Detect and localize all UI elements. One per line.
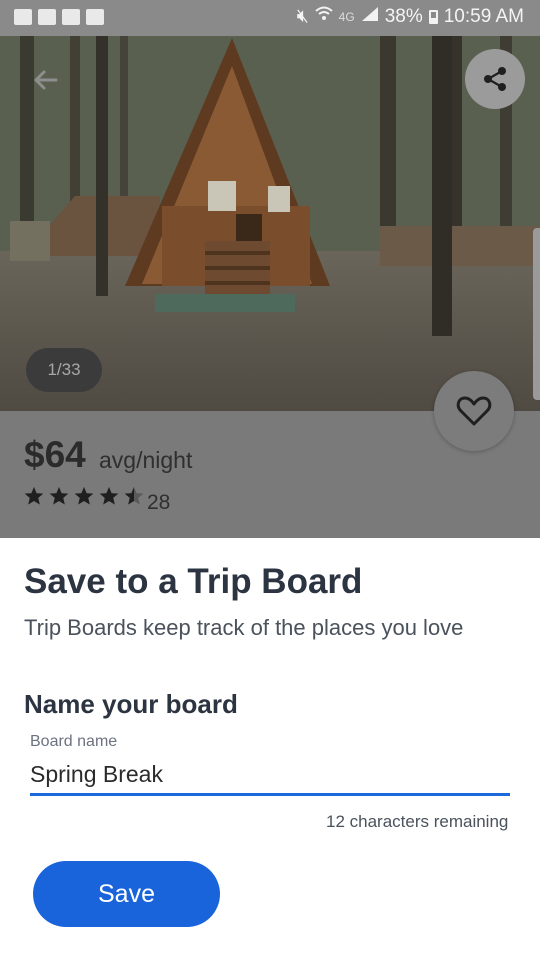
email-icon: [38, 9, 56, 25]
back-arrow-icon: [34, 70, 58, 90]
star-full-icon: [99, 487, 119, 505]
mute-icon: 🔇︎: [296, 6, 309, 27]
clock: 10:59 AM: [443, 6, 524, 27]
signal-icon: [361, 6, 379, 28]
photo-counter: 1/33: [26, 348, 102, 392]
message-icon: [14, 9, 32, 25]
board-name-input[interactable]: [30, 760, 510, 796]
price: $64: [24, 434, 86, 475]
battery-percent: 38%: [384, 6, 423, 27]
review-count: 28: [147, 491, 171, 514]
price-unit: avg/night: [99, 447, 193, 473]
status-bar: 🔇︎ 4G 38% 10:59 AM: [0, 0, 540, 36]
star-half-icon: [124, 487, 144, 505]
board-name-label: Board name: [30, 733, 118, 750]
battery-icon: [428, 10, 438, 24]
image-icon: [62, 9, 80, 25]
star-full-icon: [49, 487, 69, 505]
sheet-title: Save to a Trip Board: [24, 562, 363, 601]
characters-remaining: 12 characters remaining: [326, 812, 509, 831]
back-button[interactable]: [26, 60, 66, 100]
share-button[interactable]: [465, 49, 525, 109]
star-full-icon: [24, 487, 44, 505]
star-full-icon: [74, 487, 94, 505]
edge-handle: [533, 228, 540, 400]
star-rating: [24, 486, 144, 506]
heart-icon: [456, 396, 492, 426]
share-icon: [484, 67, 506, 91]
status-right: 🔇︎ 4G 38% 10:59 AM: [297, 6, 524, 28]
favorite-button[interactable]: [434, 371, 514, 451]
name-board-heading: Name your board: [24, 689, 238, 719]
notification-icons: [14, 9, 104, 25]
sheet-subtitle: Trip Boards keep track of the places you…: [24, 615, 464, 640]
outlook-icon: [86, 9, 104, 25]
wifi-icon: [315, 6, 333, 28]
network-type: 4G: [338, 10, 355, 24]
save-button[interactable]: Save: [33, 861, 220, 927]
